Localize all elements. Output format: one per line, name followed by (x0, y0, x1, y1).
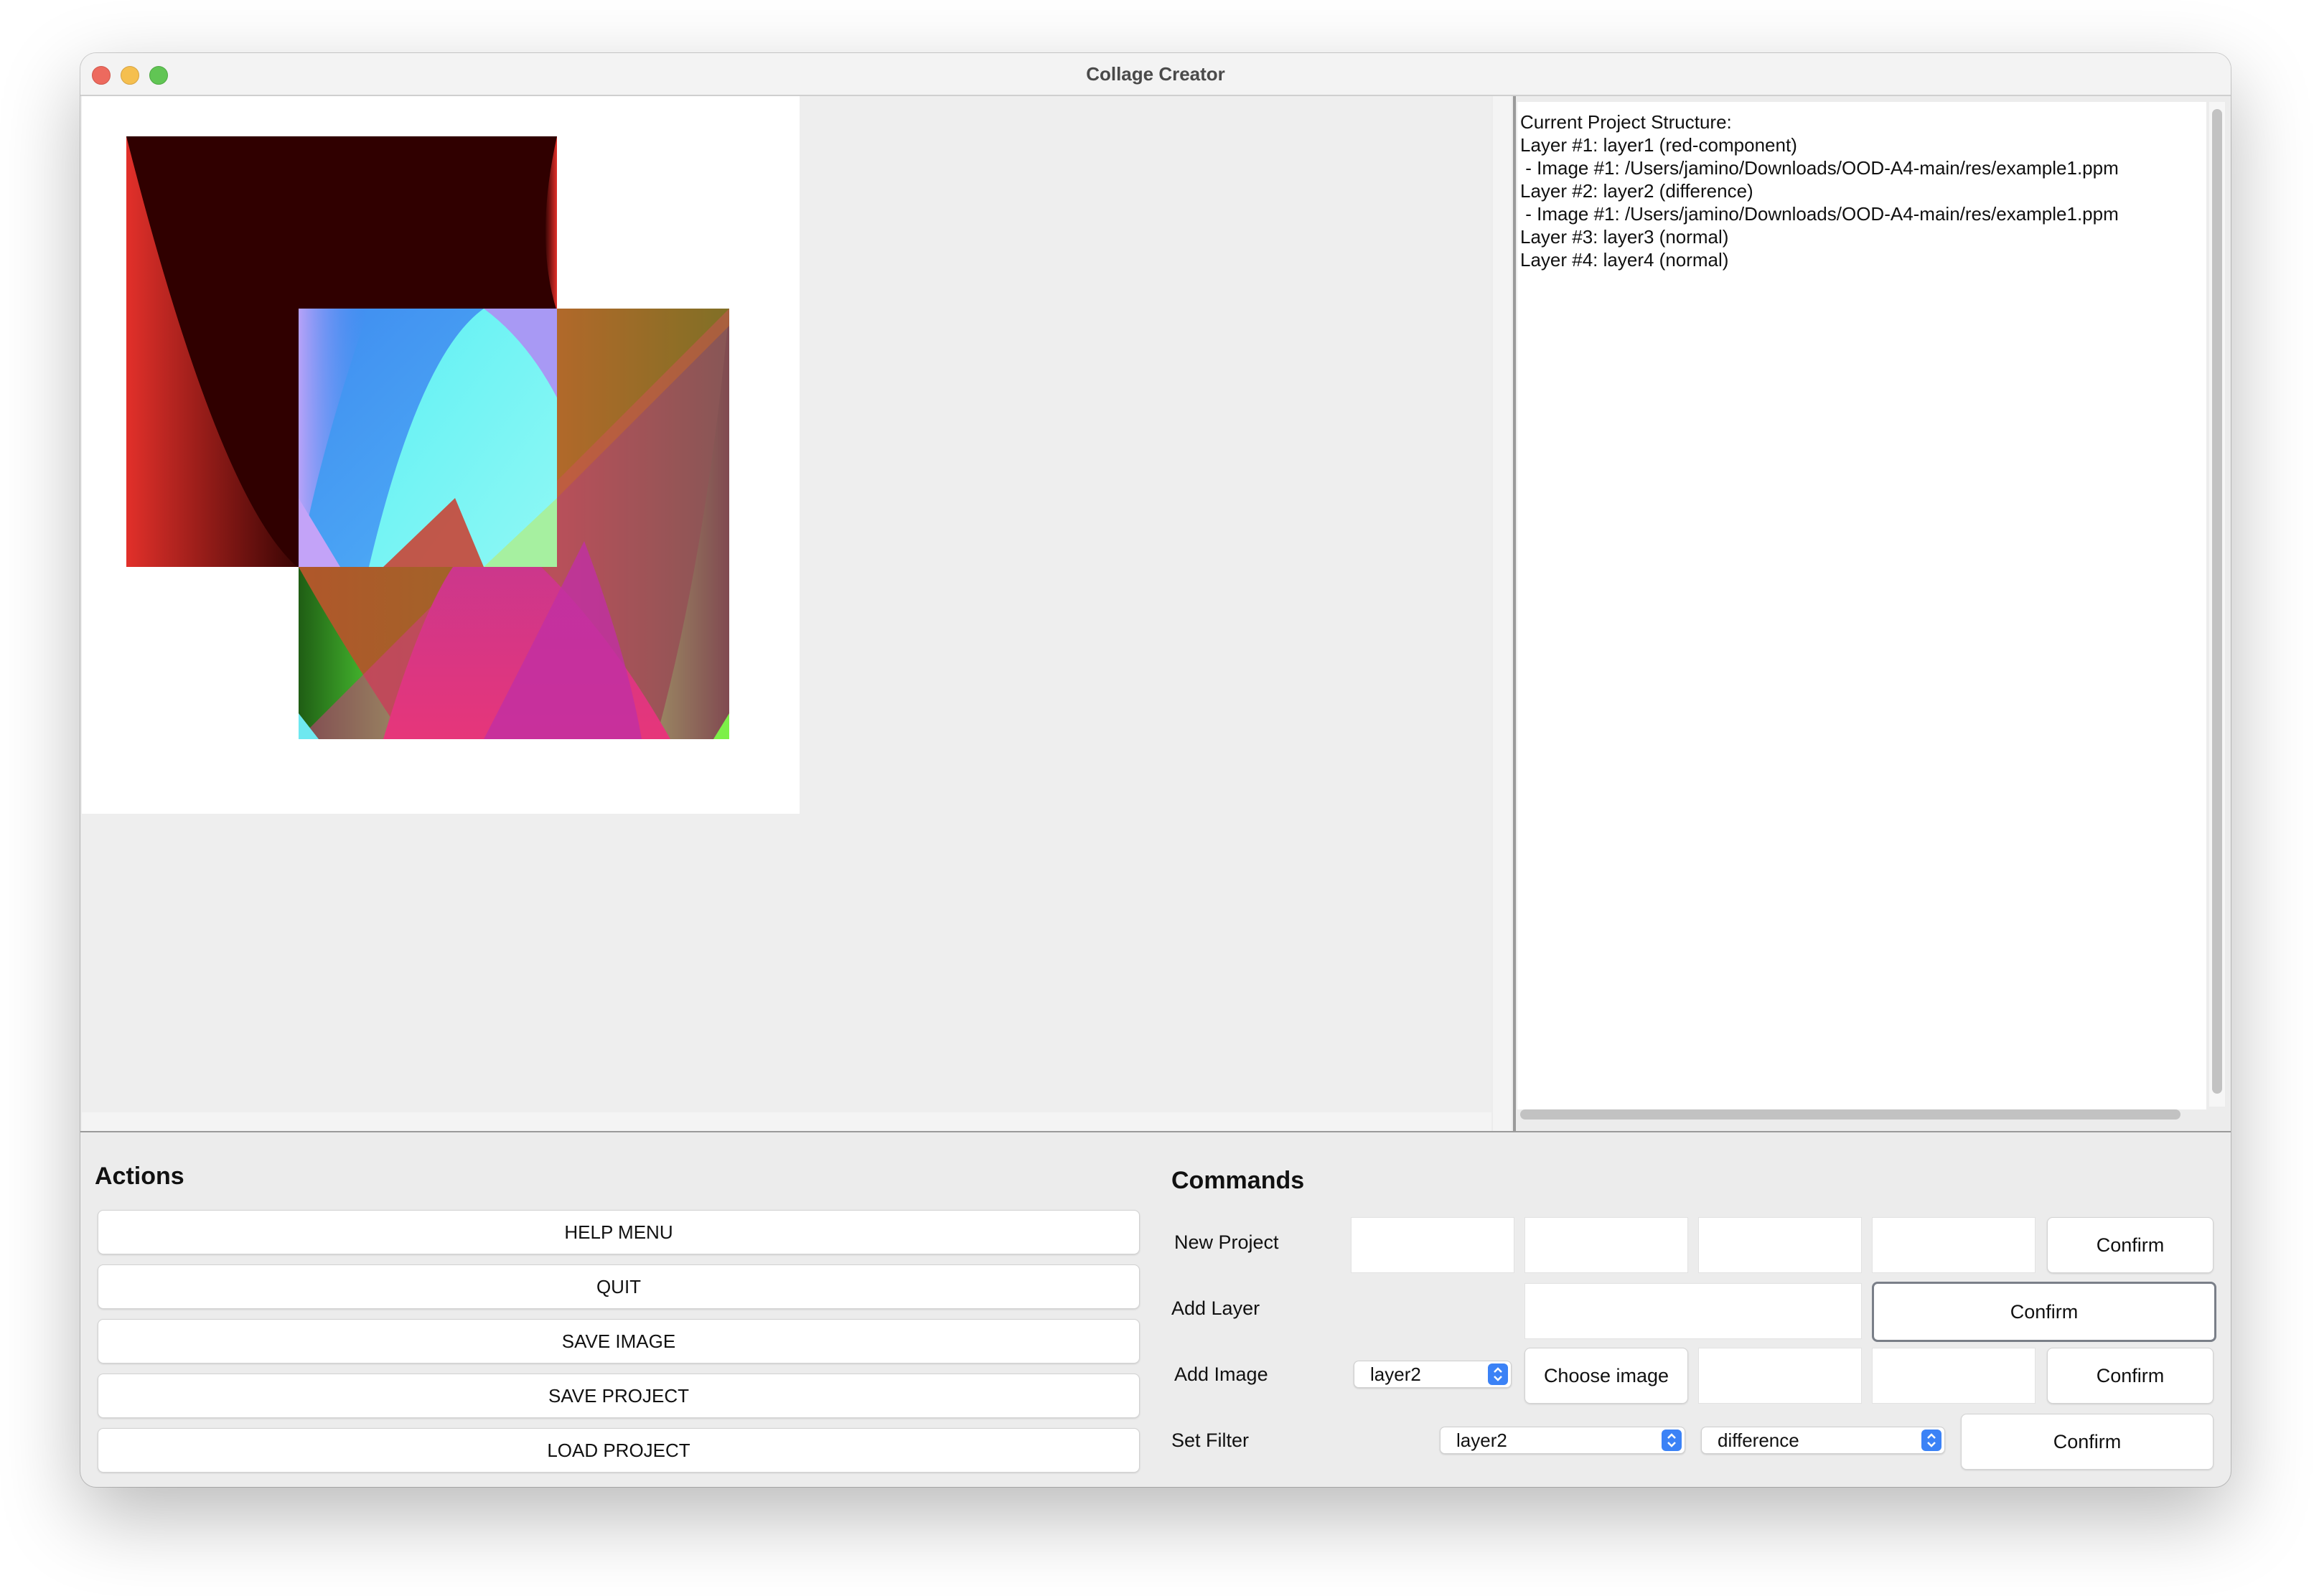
set-filter-layer-value: layer2 (1456, 1430, 1507, 1451)
title-bar: Collage Creator (80, 53, 2231, 96)
collage-canvas (82, 96, 800, 814)
horizontal-divider (80, 1131, 2231, 1132)
actions-title: Actions (95, 1163, 184, 1190)
chevron-updown-icon (1662, 1430, 1682, 1451)
collage-image (126, 136, 729, 739)
set-filter-layer-select[interactable]: layer2 (1440, 1427, 1685, 1454)
set-filter-label: Set Filter (1171, 1430, 1250, 1451)
structure-horizontal-scroll-thumb[interactable] (1520, 1109, 2180, 1119)
save-project-button[interactable]: SAVE PROJECT (98, 1374, 1140, 1418)
add-image-label: Add Image (1174, 1363, 1268, 1385)
quit-button[interactable]: QUIT (98, 1264, 1140, 1309)
structure-vertical-scroll-thumb[interactable] (2212, 109, 2222, 1094)
project-structure-content: Current Project Structure: Layer #1: lay… (1520, 111, 2119, 271)
add-image-y-field[interactable] (1872, 1348, 2036, 1404)
add-image-layer-select[interactable]: layer2 (1354, 1361, 1512, 1388)
add-layer-name-field[interactable] (1524, 1283, 1862, 1339)
add-layer-confirm-button[interactable]: Confirm (1872, 1282, 2216, 1342)
image-horizontal-scrollbar[interactable] (82, 1112, 1491, 1131)
image-preview-pane[interactable] (82, 96, 1491, 1131)
set-filter-type-select[interactable]: difference (1701, 1427, 1945, 1454)
new-project-confirm-button[interactable]: Confirm (2047, 1217, 2214, 1273)
set-filter-confirm-button[interactable]: Confirm (1961, 1414, 2214, 1470)
chevron-updown-icon (1921, 1430, 1941, 1451)
choose-image-button[interactable]: Choose image (1524, 1348, 1688, 1404)
add-layer-label: Add Layer (1171, 1297, 1260, 1319)
pane-divider[interactable] (1513, 96, 1516, 1131)
add-image-x-field[interactable] (1698, 1348, 1862, 1404)
load-project-button[interactable]: LOAD PROJECT (98, 1428, 1140, 1473)
image-vertical-scrollbar[interactable] (1493, 96, 1512, 1131)
window-title: Collage Creator (1086, 63, 1225, 85)
project-structure-text[interactable]: Current Project Structure: Layer #1: lay… (1517, 102, 2206, 1109)
new-project-label: New Project (1174, 1231, 1279, 1253)
new-project-field-3[interactable] (1698, 1217, 1862, 1273)
commands-title: Commands (1171, 1167, 1305, 1194)
save-image-button[interactable]: SAVE IMAGE (98, 1319, 1140, 1363)
set-filter-type-value: difference (1718, 1430, 1799, 1451)
new-project-field-4[interactable] (1872, 1217, 2036, 1273)
help-menu-button[interactable]: HELP MENU (98, 1210, 1140, 1254)
add-image-confirm-button[interactable]: Confirm (2047, 1348, 2214, 1404)
add-image-layer-value: layer2 (1370, 1363, 1421, 1385)
app-window: Collage Creator Current Project Structur… (80, 53, 2231, 1487)
new-project-field-2[interactable] (1524, 1217, 1688, 1273)
new-project-field-1[interactable] (1351, 1217, 1514, 1273)
chevron-updown-icon (1488, 1363, 1508, 1385)
